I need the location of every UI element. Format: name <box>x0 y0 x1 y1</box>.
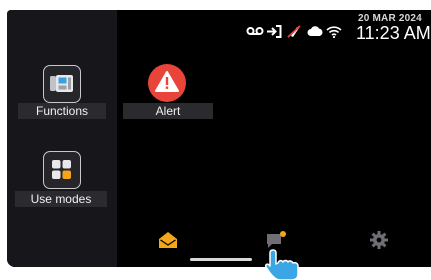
alert-icon[interactable] <box>148 64 186 102</box>
tap-hand-cursor-icon <box>265 249 299 280</box>
intercom-device-icon <box>50 75 73 92</box>
settings-icon[interactable] <box>369 230 389 250</box>
home-indicator-bar[interactable] <box>190 258 252 261</box>
sign-in-icon <box>267 25 282 38</box>
functions-label[interactable]: Functions <box>18 103 106 119</box>
device-screen: Functions Use modes Alert 20 MAR 2024 11… <box>7 10 431 267</box>
use-modes-icon[interactable] <box>43 151 81 189</box>
status-time: 11:23 AM <box>356 23 431 43</box>
warning-triangle-icon <box>148 64 186 102</box>
mic-off-icon <box>287 25 301 38</box>
grid-modes-icon <box>52 160 71 179</box>
alert-label[interactable]: Alert <box>123 103 213 119</box>
cloud-icon <box>307 26 323 36</box>
notification-dot <box>280 231 286 237</box>
sidebar: Functions Use modes <box>7 10 117 267</box>
use-modes-label[interactable]: Use modes <box>15 191 107 207</box>
wifi-icon <box>326 26 342 38</box>
voicemail-icon <box>246 27 264 35</box>
functions-icon[interactable] <box>43 65 81 103</box>
home-icon[interactable] <box>158 230 178 250</box>
